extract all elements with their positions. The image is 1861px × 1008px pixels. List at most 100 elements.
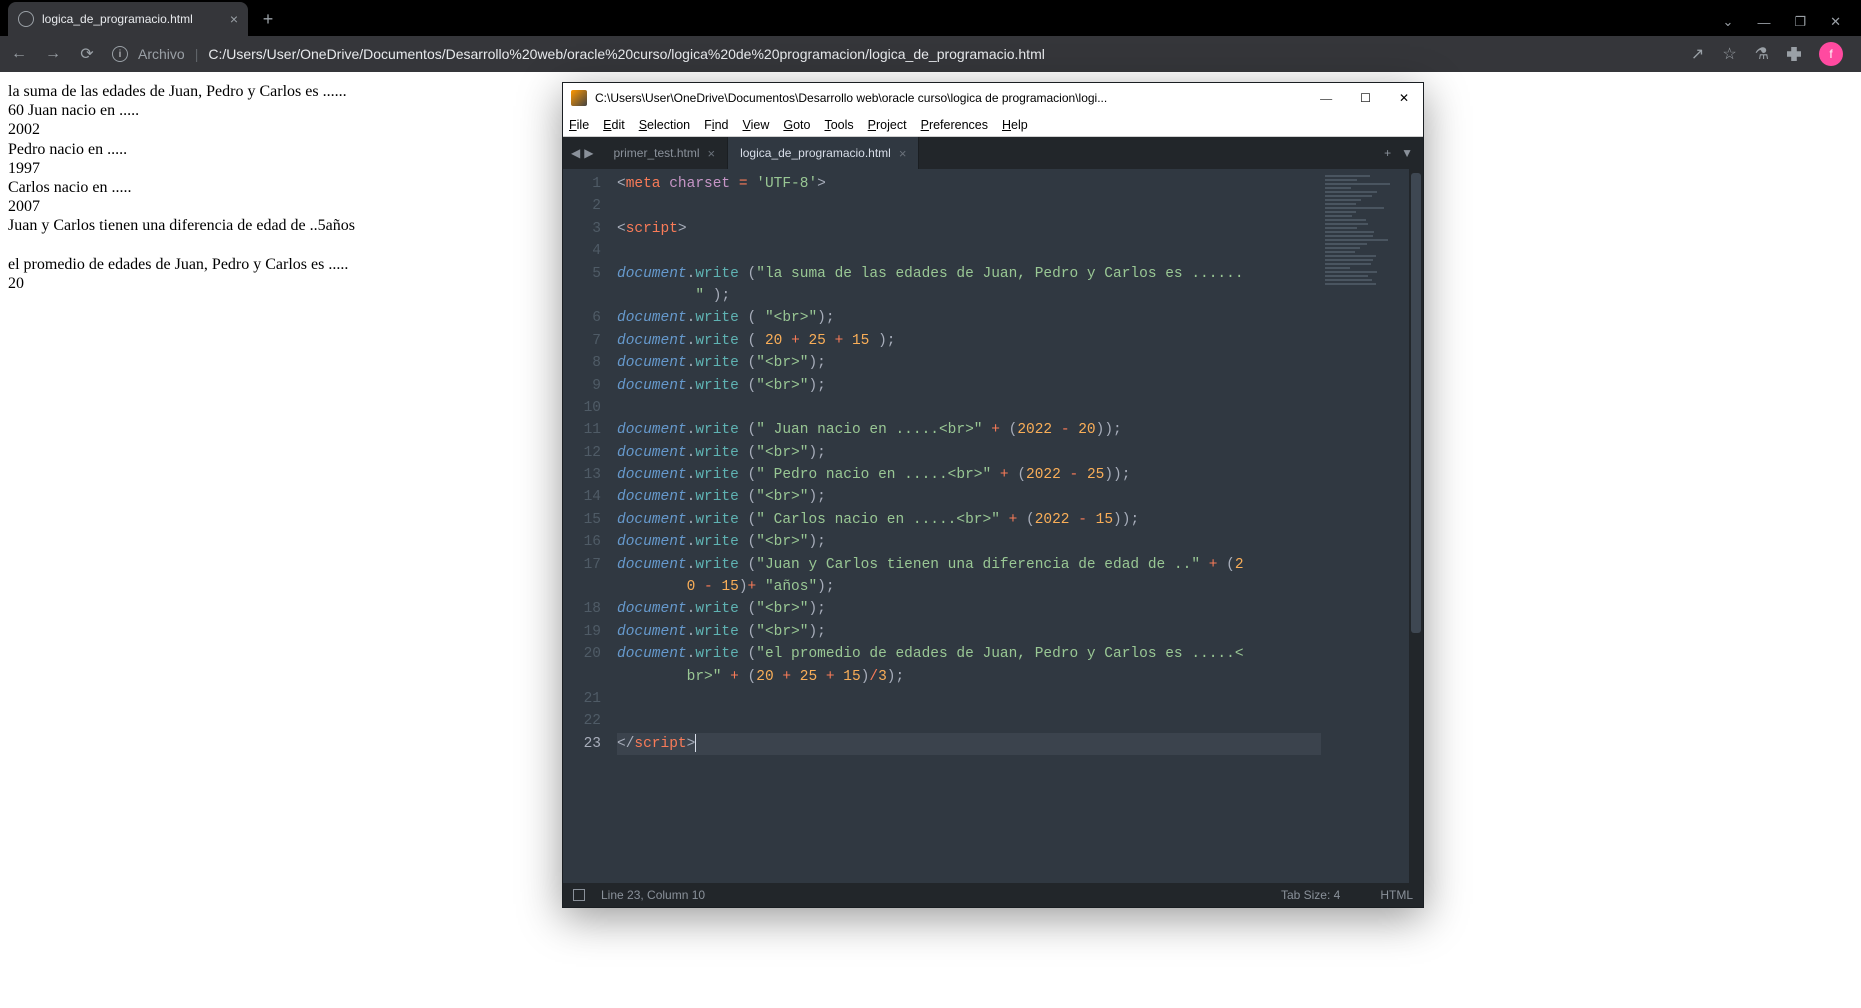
code-line[interactable]: document.write (" Pedro nacio en .....<b… bbox=[617, 464, 1321, 486]
code-line[interactable]: <script> bbox=[617, 218, 1321, 240]
new-tab-button[interactable]: + bbox=[254, 5, 282, 33]
scrollbar-thumb[interactable] bbox=[1411, 173, 1421, 633]
editor-tab-label: primer_test.html bbox=[613, 146, 699, 160]
code-line[interactable]: document.write ("Juan y Carlos tienen un… bbox=[617, 554, 1321, 576]
line-number: 21 bbox=[563, 688, 601, 710]
menu-find[interactable]: Find bbox=[704, 118, 728, 132]
status-tabsize[interactable]: Tab Size: 4 bbox=[1281, 888, 1340, 902]
code-line[interactable]: document.write ("<br>"); bbox=[617, 486, 1321, 508]
code-line[interactable]: document.write (" Juan nacio en .....<br… bbox=[617, 419, 1321, 441]
add-tab-icon[interactable]: + bbox=[1384, 146, 1391, 160]
code-line[interactable] bbox=[617, 688, 1321, 710]
reload-icon[interactable]: ⟳ bbox=[78, 44, 96, 64]
line-number: 10 bbox=[563, 397, 601, 419]
tab-menu-icon[interactable]: ▼ bbox=[1401, 146, 1413, 160]
menu-selection[interactable]: Selection bbox=[639, 118, 690, 132]
code-line[interactable]: document.write ("<br>"); bbox=[617, 442, 1321, 464]
address-path: C:/Users/User/OneDrive/Documentos/Desarr… bbox=[208, 46, 1045, 62]
code-line[interactable]: document.write ("<br>"); bbox=[617, 352, 1321, 374]
line-number: 17 bbox=[563, 554, 601, 576]
close-icon[interactable]: ✕ bbox=[1399, 91, 1409, 106]
scrollbar[interactable] bbox=[1409, 169, 1423, 883]
beaker-icon[interactable]: ⚗ bbox=[1755, 44, 1769, 64]
code-line[interactable] bbox=[617, 397, 1321, 419]
code-line[interactable] bbox=[617, 195, 1321, 217]
line-number: 19 bbox=[563, 621, 601, 643]
maximize-icon[interactable]: ☐ bbox=[1360, 91, 1371, 106]
editor-tab[interactable]: primer_test.html × bbox=[601, 137, 728, 169]
menu-tools[interactable]: Tools bbox=[824, 118, 853, 132]
tab-search-icon[interactable]: ⌄ bbox=[1723, 14, 1734, 30]
close-icon[interactable]: × bbox=[708, 146, 716, 161]
forward-icon[interactable]: → bbox=[44, 45, 62, 63]
address-input[interactable]: i Archivo | C:/Users/User/OneDrive/Docum… bbox=[112, 46, 1675, 62]
line-number bbox=[563, 666, 601, 688]
info-icon[interactable]: i bbox=[112, 46, 128, 62]
line-number bbox=[563, 576, 601, 598]
close-window-icon[interactable]: ✕ bbox=[1830, 14, 1841, 30]
menu-project[interactable]: Project bbox=[868, 118, 907, 132]
line-number: 3 bbox=[563, 218, 601, 240]
line-number: 7 bbox=[563, 330, 601, 352]
sublime-titlebar[interactable]: C:\Users\User\OneDrive\Documentos\Desarr… bbox=[563, 83, 1423, 113]
minimize-icon[interactable]: — bbox=[1320, 91, 1332, 106]
address-prefix: Archivo bbox=[138, 46, 185, 62]
editor-tab[interactable]: logica_de_programacio.html× bbox=[728, 137, 919, 169]
sublime-menubar: File Edit Selection Find View Goto Tools Projec… bbox=[563, 113, 1423, 137]
line-number: 9 bbox=[563, 375, 601, 397]
code-line[interactable] bbox=[617, 240, 1321, 262]
status-lang[interactable]: HTML bbox=[1380, 888, 1413, 902]
tab-strip: logica_de_programacio.html × + ⌄ — ❐ ✕ bbox=[0, 0, 1861, 36]
line-number: 1 bbox=[563, 173, 601, 195]
code-line[interactable]: document.write (" Carlos nacio en .....<… bbox=[617, 509, 1321, 531]
browser-tab[interactable]: logica_de_programacio.html × bbox=[8, 2, 248, 36]
bookmark-icon[interactable]: ☆ bbox=[1722, 44, 1736, 64]
maximize-icon[interactable]: ❐ bbox=[1794, 14, 1806, 30]
code-line[interactable]: document.write ("el promedio de edades d… bbox=[617, 643, 1321, 665]
code-line[interactable]: " ); bbox=[617, 285, 1321, 307]
tab-title: logica_de_programacio.html bbox=[42, 12, 193, 26]
menu-goto[interactable]: Goto bbox=[783, 118, 810, 132]
tab-next-icon[interactable]: ▶ bbox=[584, 146, 593, 160]
sublime-window: C:\Users\User\OneDrive\Documentos\Desarr… bbox=[562, 82, 1424, 908]
code-line[interactable]: document.write ( "<br>"); bbox=[617, 307, 1321, 329]
line-number: 4 bbox=[563, 240, 601, 262]
line-number: 16 bbox=[563, 531, 601, 553]
share-icon[interactable]: ↗ bbox=[1691, 44, 1704, 64]
menu-edit[interactable]: Edit bbox=[603, 118, 625, 132]
close-icon[interactable]: × bbox=[230, 11, 238, 27]
code-line[interactable]: document.write ("<br>"); bbox=[617, 375, 1321, 397]
minimap[interactable] bbox=[1321, 169, 1409, 883]
menu-preferences[interactable]: Preferences bbox=[921, 118, 988, 132]
line-number: 6 bbox=[563, 307, 601, 329]
status-position[interactable]: Line 23, Column 10 bbox=[601, 888, 705, 902]
close-icon[interactable]: × bbox=[899, 146, 907, 161]
code-line[interactable]: document.write ( 20 + 25 + 15 ); bbox=[617, 330, 1321, 352]
sublime-tabs: ◀ ▶ primer_test.html×logica_de_programac… bbox=[563, 137, 1423, 169]
minimize-icon[interactable]: — bbox=[1757, 15, 1770, 30]
code-line[interactable] bbox=[617, 710, 1321, 732]
menu-view[interactable]: View bbox=[742, 118, 769, 132]
code-line[interactable]: <meta charset = 'UTF-8'> bbox=[617, 173, 1321, 195]
code-line[interactable]: br>" + (20 + 25 + 15)/3); bbox=[617, 666, 1321, 688]
back-icon[interactable]: ← bbox=[10, 45, 28, 63]
line-number: 23 bbox=[563, 733, 601, 755]
line-number bbox=[563, 285, 601, 307]
line-number: 2 bbox=[563, 195, 601, 217]
tab-prev-icon[interactable]: ◀ bbox=[571, 146, 580, 160]
code-line[interactable]: document.write ("<br>"); bbox=[617, 531, 1321, 553]
panel-toggle-icon[interactable] bbox=[573, 889, 585, 901]
code-line[interactable]: document.write ("la suma de las edades d… bbox=[617, 263, 1321, 285]
code-area[interactable]: <meta charset = 'UTF-8'> <script> document… bbox=[611, 169, 1321, 883]
menu-help[interactable]: Help bbox=[1002, 118, 1028, 132]
line-number: 12 bbox=[563, 442, 601, 464]
code-line[interactable]: document.write ("<br>"); bbox=[617, 621, 1321, 643]
code-line[interactable]: 0 - 15)+ "años"); bbox=[617, 576, 1321, 598]
menu-file[interactable]: File bbox=[569, 118, 589, 132]
code-line[interactable]: </script> bbox=[617, 733, 1321, 755]
extensions-icon[interactable] bbox=[1787, 47, 1801, 61]
avatar[interactable]: f bbox=[1819, 42, 1843, 66]
line-number: 8 bbox=[563, 352, 601, 374]
line-number: 14 bbox=[563, 486, 601, 508]
code-line[interactable]: document.write ("<br>"); bbox=[617, 598, 1321, 620]
